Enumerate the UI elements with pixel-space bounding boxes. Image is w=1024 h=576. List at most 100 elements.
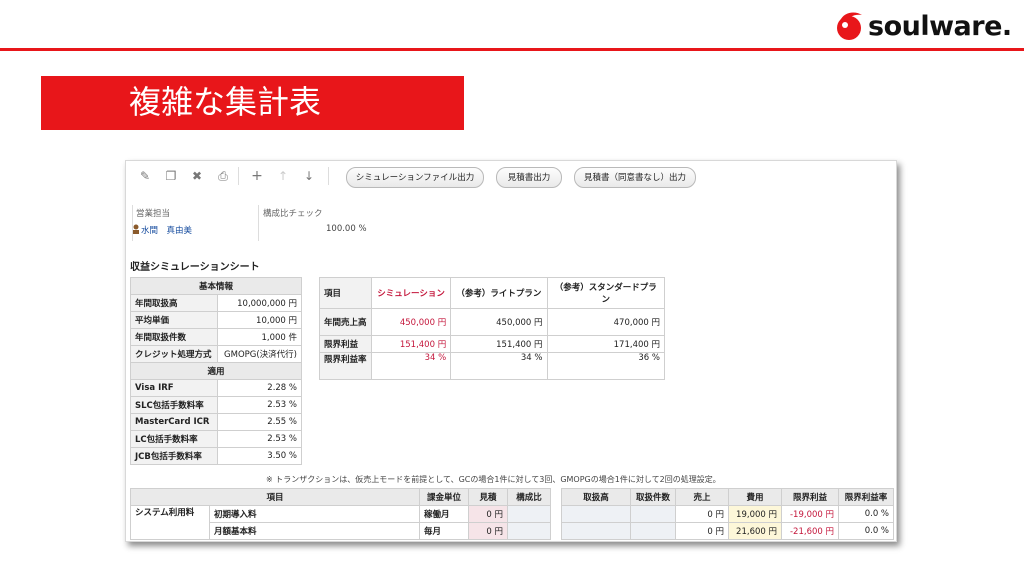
unit-cell: 稼働月 — [419, 505, 469, 523]
plan-comparison-table: 項目 シミュレーション （参考）ライトプラン （参考）スタンダードプラン 年間売… — [319, 277, 665, 380]
avatar-icon — [132, 224, 140, 237]
row-label: 年間売上高 — [319, 308, 372, 336]
column-header: 項目 — [319, 277, 372, 309]
column-header: 限界利益率 — [838, 488, 894, 506]
column-header: 課金単位 — [419, 488, 469, 506]
estimate-cell[interactable]: 0 円 — [468, 505, 508, 523]
row-label: クレジット処理方式 — [129, 345, 219, 363]
basic-info-table: 基本情報 年間取扱高 10,000,000 円 平均単価 10,000 円 年間取扱… — [129, 277, 302, 465]
column-header: 見積 — [468, 488, 508, 506]
cell: 151,400 円 — [450, 335, 548, 353]
profit-rate-cell: 0.0 % — [838, 505, 894, 523]
volume-cell — [561, 505, 631, 523]
sales-cell: 0 円 — [675, 505, 729, 523]
row-label: 年間取扱件数 — [129, 328, 219, 346]
sales-cell: 0 円 — [675, 522, 729, 540]
column-header: 売上 — [675, 488, 729, 506]
table-row: システム利用料 初期導入料 稼働月 0 円 0 円 19,000 円 -19,0… — [130, 505, 894, 540]
table-row: 年間売上高 450,000 円 450,000 円 470,000 円 — [319, 308, 665, 336]
row-value: 2.53 % — [217, 396, 302, 414]
cell: 470,000 円 — [546, 308, 665, 336]
ratio-check-label: 構成比チェック — [263, 209, 323, 219]
header-divider — [0, 48, 1024, 51]
row-label: 平均単価 — [129, 311, 219, 329]
transaction-note: ※ トランザクションは、仮売上モードを前提として、GCの場合1件に対して3回、G… — [266, 475, 721, 484]
table-row: 年間取扱件数 1,000 件 — [129, 328, 302, 346]
table-row: LC包括手数料率 2.53 % — [129, 430, 302, 448]
table-row: クレジット処理方式 GMOPG(決済代行) — [129, 345, 302, 363]
column-header: （参考）ライトプラン — [450, 277, 548, 309]
toolbar-separator — [328, 167, 329, 185]
profit-rate-cell: 0.0 % — [838, 522, 894, 540]
row-value: 2.55 % — [217, 413, 302, 431]
table-row: Visa IRF 2.28 % — [129, 379, 302, 397]
row-value: 10,000 円 — [217, 311, 302, 329]
ratio-cell — [507, 522, 551, 540]
sales-rep-label: 営業担当 — [136, 209, 171, 219]
item-label: 月額基本料 — [209, 522, 420, 540]
row-label: 限界利益率 — [319, 352, 372, 380]
detail-table: 項目 課金単位 見積 構成比 取扱高 取扱件数 売上 費用 限界利益 限界利益率… — [130, 488, 894, 540]
cost-cell: 19,000 円 — [728, 505, 782, 523]
row-label: 年間取扱高 — [129, 294, 219, 312]
cell: 450,000 円 — [370, 308, 452, 336]
export-simulation-button[interactable]: シミュレーションファイル出力 — [346, 167, 484, 188]
column-header: 取扱件数 — [630, 488, 676, 506]
table-row: JCB包括手数料率 3.50 % — [129, 447, 302, 465]
copy-icon[interactable]: ❐ — [164, 169, 178, 183]
column-gap — [550, 505, 562, 523]
table-row: 平均単価 10,000 円 — [129, 311, 302, 329]
cell: 450,000 円 — [450, 308, 548, 336]
add-icon[interactable]: + — [250, 169, 264, 183]
toolbar: ✎ ❐ ✖ ⎙ + ↑ ↓ シミュレーションファイル出力 見積書出力 見積書（同… — [126, 161, 896, 193]
move-up-icon[interactable]: ↑ — [276, 169, 290, 183]
table-row: MasterCard ICR 2.55 % — [129, 413, 302, 431]
ratio-check-value: 100.00 % — [326, 224, 367, 234]
sales-rep-name[interactable]: 水間 真由美 — [141, 224, 192, 236]
estimate-cell[interactable]: 0 円 — [468, 522, 508, 540]
row-label: SLC包括手数料率 — [129, 396, 219, 414]
item-label: 初期導入料 — [209, 505, 420, 523]
group-label: システム利用料 — [130, 505, 210, 540]
row-label: JCB包括手数料率 — [129, 447, 219, 465]
row-label: 限界利益 — [319, 335, 372, 353]
table-row: 限界利益率 34 % 34 % 36 % — [319, 352, 665, 380]
count-cell — [630, 522, 676, 540]
column-gap — [550, 488, 562, 506]
delete-icon[interactable]: ✖ — [190, 169, 204, 183]
column-header: 費用 — [728, 488, 782, 506]
column-header: シミュレーション — [370, 277, 452, 309]
flame-icon — [832, 9, 866, 43]
basic-info-header: 基本情報 — [130, 277, 302, 295]
row-label: LC包括手数料率 — [129, 430, 219, 448]
table-row: 限界利益 151,400 円 151,400 円 171,400 円 — [319, 335, 665, 353]
ratio-cell — [507, 505, 551, 523]
row-value: GMOPG(決済代行) — [217, 345, 302, 363]
column-header: 取扱高 — [561, 488, 631, 506]
cell: 36 % — [546, 352, 665, 380]
unit-cell: 毎月 — [419, 522, 469, 540]
move-down-icon[interactable]: ↓ — [302, 169, 316, 183]
row-value: 2.53 % — [217, 430, 302, 448]
profit-cell: -21,600 円 — [781, 522, 839, 540]
edit-icon[interactable]: ✎ — [138, 169, 152, 183]
cell: 34 % — [450, 352, 548, 380]
field-divider — [258, 205, 259, 241]
column-header: 限界利益 — [781, 488, 839, 506]
row-label: Visa IRF — [129, 379, 219, 397]
export-quote-no-consent-button[interactable]: 見積書（同意書なし）出力 — [574, 167, 696, 188]
table-row: 年間取扱高 10,000,000 円 — [129, 294, 302, 312]
slide-title: 複雑な集計表 — [129, 83, 322, 121]
table-row: 月額基本料 毎月 0 円 0 円 21,600 円 -21,600 円 0.0 … — [131, 522, 894, 540]
toolbar-separator — [238, 167, 239, 185]
cell: 171,400 円 — [546, 335, 665, 353]
volume-cell — [561, 522, 631, 540]
brand-name: soulware. — [868, 10, 1012, 42]
apply-header: 適用 — [130, 362, 302, 380]
cost-cell: 21,600 円 — [728, 522, 782, 540]
export-quote-button[interactable]: 見積書出力 — [496, 167, 562, 188]
row-value: 3.50 % — [217, 447, 302, 465]
column-gap — [550, 522, 562, 540]
app-screenshot: ✎ ❐ ✖ ⎙ + ↑ ↓ シミュレーションファイル出力 見積書出力 見積書（同… — [125, 160, 897, 542]
print-icon[interactable]: ⎙ — [216, 169, 230, 183]
